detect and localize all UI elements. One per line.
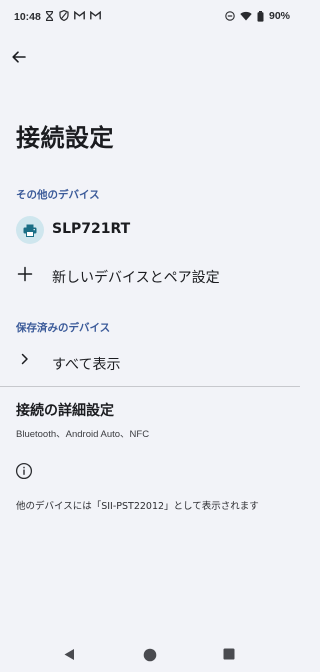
printer-icon-badge — [16, 216, 44, 244]
gmail-icon — [74, 11, 85, 20]
device-row-slp721rt[interactable]: SLP721RT — [0, 208, 300, 254]
nav-home-button[interactable] — [143, 648, 157, 662]
page-title: 接続設定 — [16, 124, 114, 152]
section-header-saved-devices: 保存済みのデバイス — [16, 322, 111, 334]
dnd-icon — [225, 11, 235, 21]
status-notification-icons — [45, 10, 101, 21]
plus-icon — [17, 266, 33, 282]
hourglass-icon — [45, 10, 54, 21]
status-bar: 10:48 90% — [0, 0, 300, 34]
shield-icon — [59, 10, 69, 21]
arrow-back-icon — [12, 51, 26, 63]
chevron-right-icon — [21, 353, 28, 365]
printer-icon — [23, 224, 37, 237]
connection-preferences-subtitle: Bluetooth、Android Auto、NFC — [16, 429, 150, 440]
nav-recents-button[interactable] — [223, 648, 235, 660]
section-header-other-devices: その他のデバイス — [16, 189, 100, 201]
divider — [0, 386, 300, 387]
device-visible-name-info: 他のデバイスには「SII-PST22012」として表示されます — [16, 501, 259, 512]
battery-percent: 90% — [268, 10, 290, 22]
nav-back-button[interactable] — [63, 648, 75, 661]
pair-new-device-label: 新しいデバイスとペア設定 — [52, 270, 220, 286]
pair-new-device-row[interactable]: 新しいデバイスとペア設定 — [0, 255, 300, 301]
info-icon — [15, 462, 33, 480]
see-all-label: すべて表示 — [52, 357, 121, 373]
wifi-icon — [240, 11, 252, 21]
gmail-icon-2 — [90, 11, 101, 20]
device-name: SLP721RT — [52, 221, 131, 237]
battery-icon — [257, 10, 264, 22]
navigation-bar — [0, 638, 300, 672]
status-system-icons: 90% — [225, 10, 290, 22]
status-time: 10:48 — [14, 11, 41, 23]
back-button[interactable] — [8, 46, 30, 68]
see-all-row[interactable]: すべて表示 — [0, 342, 300, 388]
connection-preferences-title: 接続の詳細設定 — [16, 403, 114, 419]
